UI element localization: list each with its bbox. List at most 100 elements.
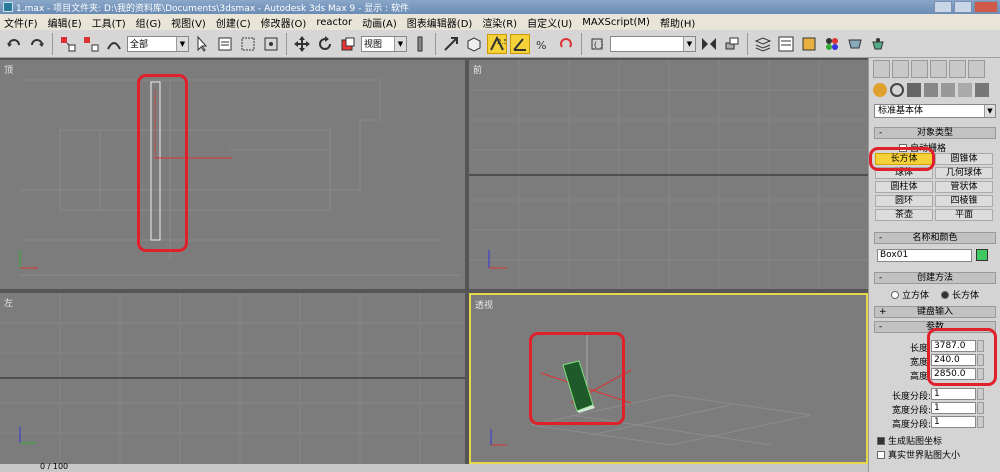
- mirror-icon[interactable]: [699, 34, 719, 54]
- hierarchy-tab-icon[interactable]: [911, 60, 928, 78]
- menu-rendering[interactable]: 渲染(R): [482, 15, 517, 30]
- tube-button[interactable]: 管状体: [935, 181, 993, 193]
- menu-help[interactable]: 帮助(H): [660, 15, 695, 30]
- curve-editor-icon[interactable]: [776, 34, 796, 54]
- close-button[interactable]: [974, 1, 998, 13]
- edit-named-selection-icon[interactable]: { }: [587, 34, 607, 54]
- minimize-button[interactable]: [934, 1, 952, 13]
- menu-customize[interactable]: 自定义(U): [527, 15, 572, 30]
- menu-tools[interactable]: 工具(T): [92, 15, 126, 30]
- menu-file[interactable]: 文件(F): [4, 15, 38, 30]
- snap-toggle-icon[interactable]: 2.5: [487, 33, 507, 54]
- material-editor-icon[interactable]: [822, 34, 842, 54]
- manipulate-icon[interactable]: [441, 34, 461, 54]
- menu-views[interactable]: 视图(V): [171, 15, 206, 30]
- angle-snap-icon[interactable]: [510, 33, 530, 54]
- select-by-name-icon[interactable]: [215, 34, 235, 54]
- rollout-keyboard-entry[interactable]: + 键盘输入: [874, 306, 996, 318]
- rotate-icon[interactable]: [315, 34, 335, 54]
- motion-tab-icon[interactable]: [930, 60, 947, 78]
- percent-snap-icon[interactable]: %: [533, 34, 553, 54]
- viewport-label-top[interactable]: 顶: [4, 63, 13, 76]
- menu-animation[interactable]: 动画(A): [362, 15, 397, 30]
- display-tab-icon[interactable]: [949, 60, 966, 78]
- lights-icon[interactable]: [907, 83, 921, 97]
- quick-render-icon[interactable]: [868, 34, 888, 54]
- menu-edit[interactable]: 编辑(E): [48, 15, 82, 30]
- rollout-object-type[interactable]: - 对象类型: [874, 127, 996, 139]
- param-length-segs-input[interactable]: 1: [931, 388, 976, 400]
- viewport-top[interactable]: 顶: [0, 60, 465, 289]
- window-crossing-icon[interactable]: [261, 34, 281, 54]
- menu-modifiers[interactable]: 修改器(O): [261, 15, 307, 30]
- viewport-left[interactable]: 左: [0, 293, 465, 464]
- named-selection-dropdown[interactable]: ▼: [610, 35, 696, 52]
- box-radio[interactable]: 长方体: [941, 288, 979, 301]
- pivot-center-icon[interactable]: [410, 34, 430, 54]
- teapot-button[interactable]: 茶壶: [875, 209, 933, 221]
- align-icon[interactable]: [722, 34, 742, 54]
- real-world-label: 真实世界贴图大小: [888, 451, 961, 461]
- menu-group[interactable]: 组(G): [136, 15, 162, 30]
- spinner-snap-icon[interactable]: [556, 34, 576, 54]
- geometry-icon[interactable]: [873, 83, 887, 97]
- layer-manager-icon[interactable]: [753, 34, 773, 54]
- torus-button[interactable]: 圆环: [875, 195, 933, 207]
- menu-maxscript[interactable]: MAXScript(M): [582, 17, 650, 28]
- object-name-field[interactable]: Box01: [877, 249, 972, 262]
- cube-radio[interactable]: 立方体: [891, 288, 929, 301]
- reference-coordinate-value: 视图: [364, 40, 383, 50]
- unlink-icon[interactable]: [81, 34, 101, 54]
- window-controls: [934, 1, 998, 13]
- gen-mapping-checkbox[interactable]: 生成贴图坐标: [877, 434, 942, 447]
- param-width-segs-input[interactable]: 1: [931, 402, 976, 414]
- bind-spacewarp-icon[interactable]: [104, 34, 124, 54]
- spinner-icon[interactable]: [977, 402, 984, 414]
- modify-tab-icon[interactable]: [892, 60, 909, 78]
- category-dropdown[interactable]: 标准基本体 ▼: [874, 104, 996, 118]
- rollout-keyboard-entry-title: 键盘输入: [916, 307, 953, 317]
- selection-filter-dropdown[interactable]: 全部 ▼: [127, 35, 189, 52]
- create-tab-icon[interactable]: [873, 60, 890, 78]
- viewport-label-front[interactable]: 前: [473, 63, 482, 76]
- viewport-label-perspective[interactable]: 透视: [475, 298, 493, 311]
- viewport-label-left[interactable]: 左: [4, 296, 13, 309]
- select-icon[interactable]: [192, 34, 212, 54]
- cone-button[interactable]: 圆锥体: [935, 153, 993, 165]
- plane-button[interactable]: 平面: [935, 209, 993, 221]
- geosphere-button[interactable]: 几何球体: [935, 167, 993, 179]
- real-world-checkbox[interactable]: 真实世界贴图大小: [877, 448, 960, 461]
- link-icon[interactable]: [58, 34, 78, 54]
- viewport-front[interactable]: 前: [469, 60, 868, 289]
- systems-icon[interactable]: [975, 83, 989, 97]
- viewport-perspective[interactable]: 透视: [469, 293, 868, 464]
- schematic-view-icon[interactable]: [799, 34, 819, 54]
- move-icon[interactable]: [292, 34, 312, 54]
- scale-icon[interactable]: [338, 34, 358, 54]
- maximize-button[interactable]: [954, 1, 972, 13]
- undo-icon[interactable]: [4, 34, 24, 54]
- pyramid-button[interactable]: 四棱锥: [935, 195, 993, 207]
- rect-select-region-icon[interactable]: [238, 34, 258, 54]
- space-warps-icon[interactable]: [958, 83, 972, 97]
- shapes-icon[interactable]: [890, 83, 904, 97]
- menu-graph-editors[interactable]: 图表编辑器(D): [407, 15, 473, 30]
- render-setup-icon[interactable]: [845, 34, 865, 54]
- svg-text:{ }: { }: [593, 41, 604, 49]
- utilities-tab-icon[interactable]: [968, 60, 985, 78]
- spinner-icon[interactable]: [977, 416, 984, 428]
- param-height-segs-input[interactable]: 1: [931, 416, 976, 428]
- keyboard-shortcut-icon[interactable]: [464, 34, 484, 54]
- time-slider[interactable]: 0 / 100: [0, 462, 868, 472]
- helpers-icon[interactable]: [941, 83, 955, 97]
- rollout-name-color[interactable]: - 名称和颜色: [874, 232, 996, 244]
- rollout-creation-method[interactable]: - 创建方法: [874, 272, 996, 284]
- cameras-icon[interactable]: [924, 83, 938, 97]
- spinner-icon[interactable]: [977, 388, 984, 400]
- redo-icon[interactable]: [27, 34, 47, 54]
- object-color-swatch[interactable]: [976, 249, 988, 261]
- menu-reactor[interactable]: reactor: [316, 17, 352, 28]
- cylinder-button[interactable]: 圆柱体: [875, 181, 933, 193]
- reference-coordinate-dropdown[interactable]: 视图 ▼: [361, 35, 407, 52]
- menu-create[interactable]: 创建(C): [216, 15, 251, 30]
